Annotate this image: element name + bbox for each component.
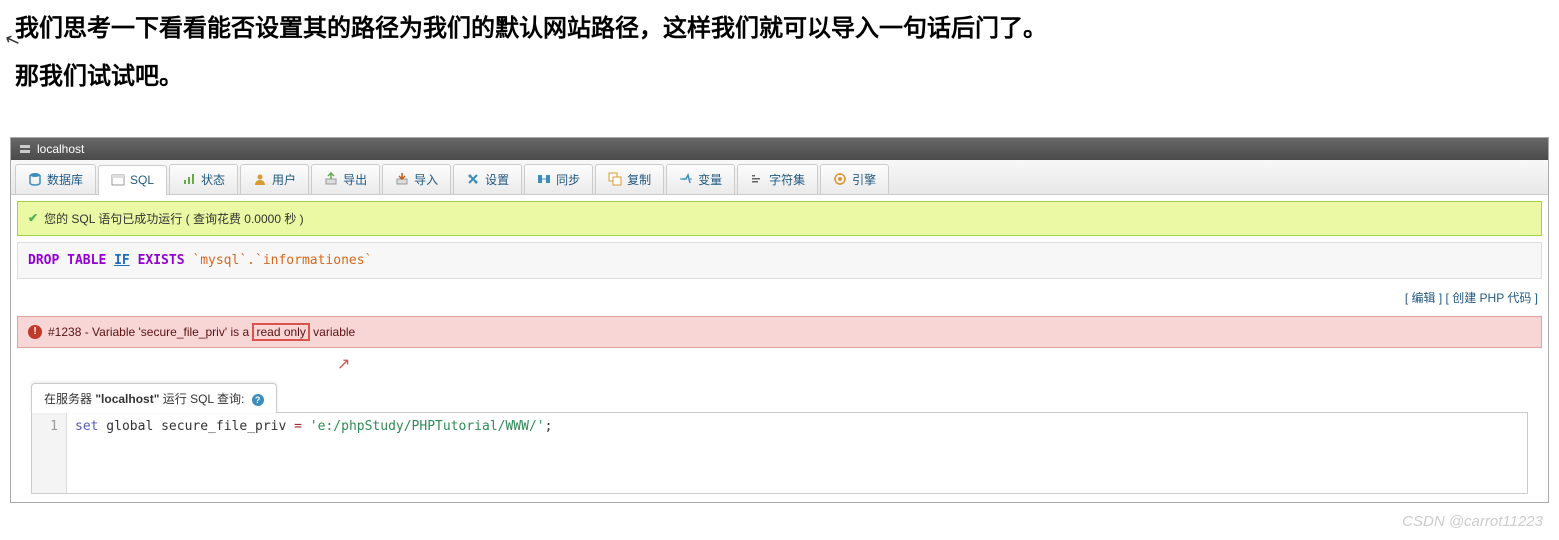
error-prefix: #1238 - Variable 'secure_file_priv' is a bbox=[48, 325, 252, 339]
tab-engine[interactable]: 引擎 bbox=[820, 164, 889, 194]
article-paragraph-2: 那我们试试吧。 bbox=[0, 58, 1559, 106]
sql-title-suffix: 运行 SQL 查询: bbox=[159, 392, 244, 406]
edit-link[interactable]: 编辑 bbox=[1412, 291, 1436, 305]
code-op: = bbox=[294, 419, 302, 434]
sql-icon bbox=[111, 173, 125, 187]
engine-icon bbox=[833, 172, 847, 186]
annotation-arrow-icon: ↗ bbox=[331, 354, 1548, 374]
query-keyword-drop: DROP TABLE bbox=[28, 253, 114, 268]
query-keyword-exists: EXISTS bbox=[130, 253, 185, 268]
tab-label: 变量 bbox=[698, 171, 722, 188]
line-number-gutter: 1 bbox=[32, 413, 67, 493]
tab-import[interactable]: 导入 bbox=[382, 164, 451, 194]
variables-icon bbox=[679, 172, 693, 186]
phpmyadmin-panel: localhost 数据库 SQL 状态 用户 导出 导入 设置 同步 复制 变量 字符集 引擎 ✔ … bbox=[10, 137, 1549, 503]
sql-code-editor[interactable]: 1 set global secure_file_priv = 'e:/phpS… bbox=[31, 412, 1528, 494]
error-suffix: variable bbox=[310, 325, 355, 339]
tab-label: 数据库 bbox=[47, 171, 83, 188]
tab-sync[interactable]: 同步 bbox=[524, 164, 593, 194]
code-var: global secure_file_priv bbox=[98, 419, 294, 434]
users-icon bbox=[253, 172, 267, 186]
server-icon bbox=[19, 143, 31, 155]
export-icon bbox=[324, 172, 338, 186]
success-message: ✔ 您的 SQL 语句已成功运行 ( 查询花费 0.0000 秒 ) bbox=[17, 201, 1542, 236]
tab-charset[interactable]: 字符集 bbox=[737, 164, 818, 194]
tab-label: 复制 bbox=[627, 171, 651, 188]
breadcrumb-host[interactable]: localhost bbox=[37, 142, 84, 156]
tab-export[interactable]: 导出 bbox=[311, 164, 380, 194]
help-icon[interactable]: ? bbox=[252, 394, 264, 406]
sql-panel-title: 在服务器 "localhost" 运行 SQL 查询: ? bbox=[31, 383, 277, 413]
tab-label: 同步 bbox=[556, 171, 580, 188]
code-str: 'e:/phpStudy/PHPTutorial/WWW/' bbox=[302, 419, 545, 434]
tab-users[interactable]: 用户 bbox=[240, 164, 309, 194]
tab-label: 设置 bbox=[485, 171, 509, 188]
sql-title-server: "localhost" bbox=[95, 392, 159, 406]
success-text: 您的 SQL 语句已成功运行 ( 查询花费 0.0000 秒 ) bbox=[44, 210, 304, 227]
error-highlight: read only bbox=[252, 323, 309, 341]
tab-database[interactable]: 数据库 bbox=[15, 164, 96, 194]
replication-icon bbox=[608, 172, 622, 186]
create-php-link[interactable]: 创建 PHP 代码 bbox=[1452, 291, 1531, 305]
tab-variables[interactable]: 变量 bbox=[666, 164, 735, 194]
tab-status[interactable]: 状态 bbox=[169, 164, 238, 194]
tab-label: 状态 bbox=[201, 171, 225, 188]
tab-label: 导出 bbox=[343, 171, 367, 188]
tab-sql[interactable]: SQL bbox=[98, 165, 167, 195]
code-line-1[interactable]: set global secure_file_priv = 'e:/phpStu… bbox=[67, 413, 560, 493]
tab-replication[interactable]: 复制 bbox=[595, 164, 664, 194]
error-icon: ! bbox=[28, 325, 42, 339]
tab-label: 引擎 bbox=[852, 171, 876, 188]
breadcrumb-bar: localhost bbox=[11, 138, 1548, 160]
code-kw-set: set bbox=[75, 419, 98, 434]
sync-icon bbox=[537, 172, 551, 186]
article-paragraph-1: 我们思考一下看看能否设置其的路径为我们的默认网站路径，这样我们就可以导入一句话后… bbox=[0, 0, 1559, 58]
query-keyword-if: IF bbox=[114, 253, 130, 268]
tab-label: 字符集 bbox=[769, 171, 805, 188]
tab-settings[interactable]: 设置 bbox=[453, 164, 522, 194]
sql-query-panel: 在服务器 "localhost" 运行 SQL 查询: ? 1 set glob… bbox=[31, 382, 1528, 494]
check-icon: ✔ bbox=[28, 211, 38, 225]
tab-label: 用户 bbox=[272, 171, 296, 188]
error-text: #1238 - Variable 'secure_file_priv' is a… bbox=[48, 325, 355, 339]
watermark-text: CSDN @carrot11223 bbox=[1402, 513, 1543, 530]
settings-icon bbox=[466, 172, 480, 186]
query-action-links: [ 编辑 ] [ 创建 PHP 代码 ] bbox=[11, 285, 1548, 310]
query-table-name: `mysql`.`informationes` bbox=[185, 253, 373, 268]
tab-bar: 数据库 SQL 状态 用户 导出 导入 设置 同步 复制 变量 字符集 引擎 bbox=[11, 160, 1548, 195]
executed-query: DROP TABLE IF EXISTS `mysql`.`informatio… bbox=[17, 242, 1542, 279]
status-icon bbox=[182, 172, 196, 186]
code-semi: ; bbox=[545, 419, 553, 434]
error-message: ! #1238 - Variable 'secure_file_priv' is… bbox=[17, 316, 1542, 348]
database-icon bbox=[28, 172, 42, 186]
import-icon bbox=[395, 172, 409, 186]
charset-icon bbox=[750, 172, 764, 186]
tab-label: 导入 bbox=[414, 171, 438, 188]
sql-title-prefix: 在服务器 bbox=[44, 392, 95, 406]
tab-label: SQL bbox=[130, 173, 154, 187]
